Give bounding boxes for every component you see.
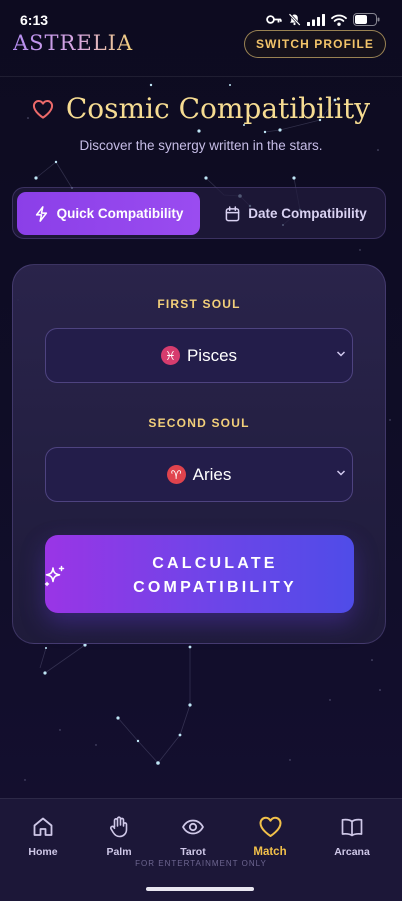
lightning-icon [35,205,47,222]
compatibility-tabs: Quick Compatibility Date Compatibility [12,187,386,239]
battery-icon [353,13,380,26]
status-bar: 6:13 [0,0,402,28]
calculate-label-line1: CALCULATE [152,555,278,572]
first-soul-select[interactable]: ♓ Pisces [45,328,353,383]
bell-muted-icon [288,13,301,26]
cellular-signal-icon [307,13,325,26]
second-soul-select[interactable]: ♈ Aries [45,447,353,502]
nav-label-home: Home [28,846,58,858]
nav-label-palm: Palm [106,846,132,858]
second-soul-value: Aries [192,464,232,484]
nav-item-match[interactable]: Match [235,815,305,858]
page-title: Cosmic Compatibility [65,92,371,125]
tab-quick-compatibility[interactable]: Quick Compatibility [17,192,200,235]
calendar-icon [225,205,240,221]
nav-label-match: Match [253,846,287,858]
calculate-label-line2: COMPATIBILITY [133,579,297,596]
nav-item-palm[interactable]: Palm [84,815,154,858]
tab-date-compatibility[interactable]: Date Compatibility [210,192,382,235]
first-soul-value: Pisces [186,345,238,365]
page-title-row: Cosmic Compatibility [0,92,402,125]
home-indicator[interactable] [146,887,254,891]
home-icon [33,817,53,836]
tab-quick-label: Quick Compatibility [56,206,184,221]
status-icons [266,13,380,26]
bottom-navigation: Home Palm Tarot Match Arcana FOR ENTERTA… [0,798,402,901]
app-header: ASTRELIA SWITCH PROFILE [0,28,402,77]
book-icon [341,818,363,837]
status-time: 6:13 [20,12,49,28]
chevron-down-icon [336,470,346,476]
brand-logo[interactable]: ASTRELIA [13,31,133,55]
eye-icon [182,819,204,835]
pisces-icon: ♓ [160,346,180,365]
page-subtitle: Discover the synergy written in the star… [79,138,323,153]
tab-date-label: Date Compatibility [248,206,367,221]
nav-label-tarot: Tarot [180,846,206,858]
heart-icon [259,816,281,837]
nav-label-arcana: Arcana [334,846,370,858]
nav-item-tarot[interactable]: Tarot [158,815,228,858]
key-icon [266,15,282,24]
nav-item-home[interactable]: Home [8,815,78,858]
sparkles-icon [44,565,65,587]
nav-item-arcana[interactable]: Arcana [317,815,387,858]
compatibility-form-card: FIRST SOUL ♓ Pisces SECOND SOUL ♈ Aries … [12,264,386,644]
chevron-down-icon [336,351,346,357]
entertainment-disclaimer: FOR ENTERTAINMENT ONLY [135,859,267,868]
first-soul-label: FIRST SOUL [157,297,241,311]
heart-icon [32,99,53,119]
aries-icon: ♈ [166,465,186,484]
second-soul-label: SECOND SOUL [148,416,250,430]
switch-profile-button[interactable]: SWITCH PROFILE [243,30,386,58]
hand-icon [109,816,128,838]
calculate-button-label: CALCULATE COMPATIBILITY [95,552,335,600]
wifi-icon [331,14,347,26]
calculate-compatibility-button[interactable]: CALCULATE COMPATIBILITY [44,535,354,613]
